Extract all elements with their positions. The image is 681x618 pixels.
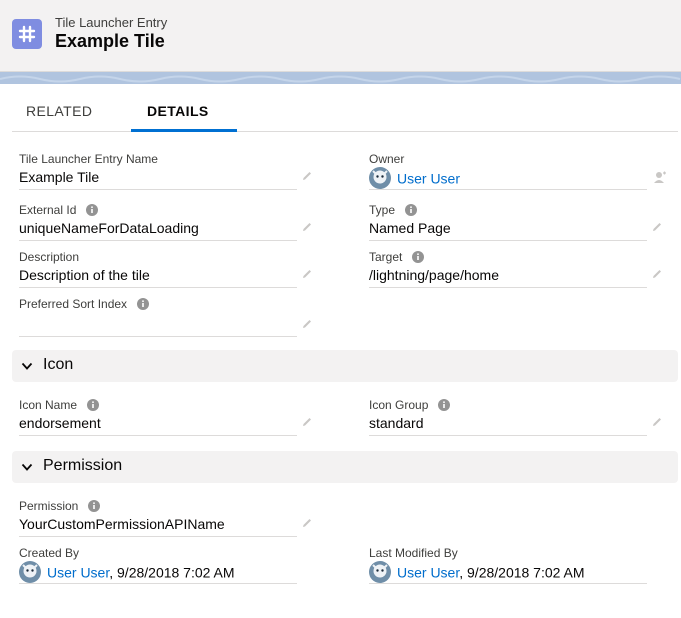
field-value: Example Tile (19, 169, 100, 185)
field-label-text: Preferred Sort Index (19, 297, 128, 311)
field-label-text: Type (369, 203, 396, 217)
field-value: User User (369, 167, 460, 191)
edit-pencil-icon[interactable] (651, 416, 663, 428)
tab-related[interactable]: RELATED (26, 103, 92, 119)
field-external-id: External Id uniqueNameForDataLoading (19, 203, 311, 249)
field-divider (19, 240, 297, 241)
field-tile-launcher-entry-name: Tile Launcher Entry Name Example Tile (19, 152, 311, 198)
record-header: Tile Launcher Entry Example Tile (0, 0, 681, 72)
field-label: Tile Launcher Entry Name (19, 152, 158, 166)
tab-details[interactable]: DETAILS (147, 103, 209, 119)
field-icon-name: Icon Name endorsement (19, 398, 311, 444)
field-label-text: External Id (19, 203, 77, 217)
info-icon[interactable] (405, 203, 418, 216)
field-value: standard (369, 415, 424, 431)
field-value: YourCustomPermissionAPIName (19, 516, 225, 532)
field-label: Target (369, 250, 425, 264)
object-type-label: Tile Launcher Entry (55, 15, 168, 30)
user-avatar-icon (369, 167, 391, 189)
record-tabs: RELATED DETAILS (12, 84, 678, 132)
edit-pencil-icon[interactable] (301, 268, 313, 280)
field-divider (369, 240, 647, 241)
tile-launcher-icon (12, 19, 42, 49)
field-label-text: Permission (19, 499, 79, 513)
edit-pencil-icon[interactable] (301, 221, 313, 233)
field-value: Description of the tile (19, 267, 150, 283)
info-icon[interactable] (412, 250, 425, 263)
field-divider (369, 189, 647, 190)
section-title: Icon (43, 356, 74, 373)
field-divider (369, 435, 647, 436)
created-by-user-link[interactable]: User User (47, 565, 109, 581)
info-icon[interactable] (438, 398, 451, 411)
active-tab-indicator (131, 129, 237, 132)
user-avatar-icon (19, 561, 41, 583)
record-title: Example Tile (55, 31, 165, 51)
field-divider (369, 287, 647, 288)
field-label: Type (369, 203, 418, 217)
chevron-down-icon (21, 362, 33, 370)
field-divider (19, 435, 297, 436)
field-label: Icon Name (19, 398, 100, 412)
field-label: Created By (19, 546, 80, 560)
field-type: Type Named Page (369, 203, 661, 249)
field-last-modified-by: Last Modified By User User, 9/28/2018 7:… (369, 546, 647, 592)
field-value: User User, 9/28/2018 7:02 AM (19, 561, 235, 585)
field-value: endorsement (19, 415, 101, 431)
field-label: Last Modified By (369, 546, 458, 560)
field-label-text: Icon Group (369, 398, 429, 412)
field-permission: Permission YourCustomPermissionAPIName (19, 499, 311, 545)
field-value: Named Page (369, 220, 451, 236)
field-label: Description (19, 250, 80, 264)
field-icon-group: Icon Group standard (369, 398, 661, 444)
info-icon[interactable] (87, 398, 100, 411)
field-divider (19, 536, 297, 537)
decorative-band (0, 72, 681, 84)
field-divider (19, 287, 297, 288)
field-description: Description Description of the tile (19, 250, 311, 296)
user-avatar-icon (369, 561, 391, 583)
field-label: Permission (19, 499, 101, 513)
edit-pencil-icon[interactable] (651, 221, 663, 233)
edit-pencil-icon[interactable] (301, 170, 313, 182)
section-permission-header[interactable]: Permission (12, 451, 678, 483)
field-value: User User, 9/28/2018 7:02 AM (369, 561, 585, 585)
created-date: , 9/28/2018 7:02 AM (109, 564, 235, 581)
edit-pencil-icon[interactable] (301, 416, 313, 428)
field-label-text: Icon Name (19, 398, 78, 412)
field-label-text: Target (369, 250, 403, 264)
section-title: Permission (43, 457, 123, 474)
edit-pencil-icon[interactable] (301, 517, 313, 529)
last-modified-date: , 9/28/2018 7:02 AM (459, 564, 585, 581)
field-divider (19, 189, 297, 190)
field-divider (19, 336, 297, 337)
last-modified-user-link[interactable]: User User (397, 565, 459, 581)
field-label: Icon Group (369, 398, 451, 412)
field-preferred-sort-index: Preferred Sort Index (19, 297, 311, 343)
field-target: Target /lightning/page/home (369, 250, 661, 296)
info-icon[interactable] (88, 499, 101, 512)
field-value: /lightning/page/home (369, 267, 499, 283)
field-label: External Id (19, 203, 99, 217)
change-owner-icon[interactable] (653, 170, 667, 184)
field-owner: Owner User User (369, 152, 666, 198)
field-created-by: Created By User User, 9/28/2018 7:02 AM (19, 546, 297, 592)
chevron-down-icon (21, 463, 33, 471)
edit-pencil-icon[interactable] (301, 318, 313, 330)
edit-pencil-icon[interactable] (651, 268, 663, 280)
field-value: uniqueNameForDataLoading (19, 220, 199, 236)
info-icon[interactable] (86, 203, 99, 216)
field-divider (19, 583, 297, 584)
field-label: Preferred Sort Index (19, 297, 150, 311)
info-icon[interactable] (137, 297, 150, 310)
field-divider (369, 583, 647, 584)
section-icon-header[interactable]: Icon (12, 350, 678, 382)
owner-link[interactable]: User User (397, 171, 460, 187)
field-label: Owner (369, 152, 405, 166)
